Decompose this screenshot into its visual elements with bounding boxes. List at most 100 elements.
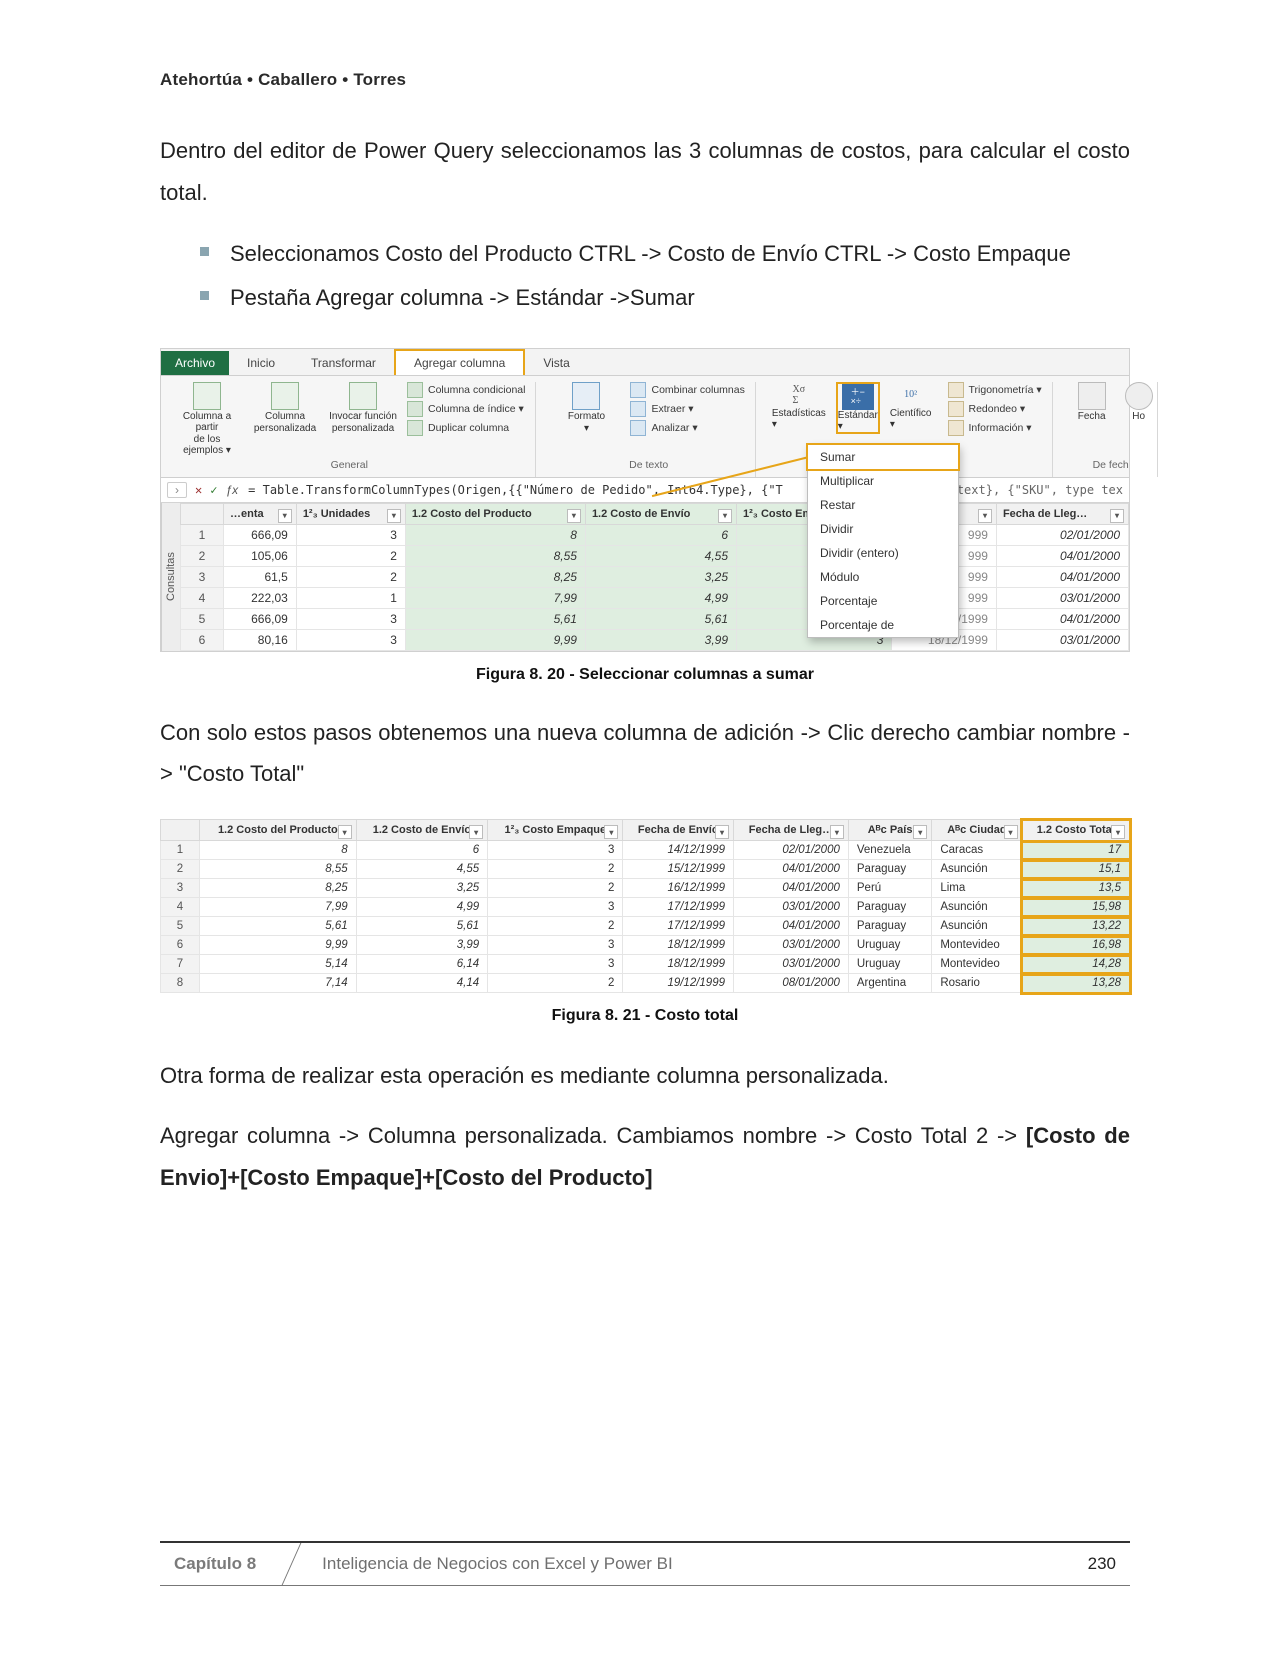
- btn-fecha[interactable]: Fecha: [1069, 382, 1115, 422]
- cell-costo-total[interactable]: 17: [1022, 841, 1129, 860]
- btn-combinar-columnas[interactable]: Combinar columnas: [630, 382, 744, 398]
- column-header[interactable]: 1²₃ Unidades▾: [296, 503, 405, 524]
- column-header[interactable]: 1²₃ Costo Empaque▾: [488, 820, 623, 841]
- cell[interactable]: 04/01/2000: [996, 608, 1128, 629]
- cell[interactable]: Uruguay: [848, 936, 931, 955]
- cell-costo-total[interactable]: 16,98: [1022, 936, 1129, 955]
- dropdown-item[interactable]: Porcentaje: [808, 589, 958, 613]
- cell[interactable]: 5,61: [200, 917, 357, 936]
- cell[interactable]: 61,5: [224, 566, 297, 587]
- cell[interactable]: 8,55: [405, 545, 585, 566]
- cell[interactable]: 9,99: [200, 936, 357, 955]
- column-header[interactable]: Fecha de Lleg…▾: [734, 820, 849, 841]
- cell[interactable]: 6: [585, 524, 736, 545]
- cell[interactable]: 03/01/2000: [734, 936, 849, 955]
- filter-icon[interactable]: ▾: [913, 825, 927, 839]
- cell[interactable]: 3: [296, 629, 405, 650]
- cell[interactable]: 8,25: [200, 879, 357, 898]
- cell[interactable]: 04/01/2000: [734, 860, 849, 879]
- btn-extraer[interactable]: Extraer ▾: [630, 401, 744, 417]
- cell[interactable]: 03/01/2000: [996, 629, 1128, 650]
- filter-icon[interactable]: ▾: [830, 825, 844, 839]
- cell[interactable]: 9,99: [405, 629, 585, 650]
- cell[interactable]: Argentina: [848, 974, 931, 993]
- btn-columna-indice[interactable]: Columna de índice ▾: [407, 401, 525, 417]
- cell[interactable]: 4,55: [356, 860, 487, 879]
- cell[interactable]: 8,55: [200, 860, 357, 879]
- cell[interactable]: Montevideo: [932, 936, 1022, 955]
- cell[interactable]: 3: [296, 524, 405, 545]
- cell[interactable]: 2: [296, 545, 405, 566]
- tab-transformar[interactable]: Transformar: [293, 351, 394, 375]
- filter-icon[interactable]: ▾: [1111, 825, 1125, 839]
- btn-estadisticas[interactable]: ΧσΣ Estadísticas ▾: [772, 382, 826, 430]
- cell[interactable]: 666,09: [224, 608, 297, 629]
- cell[interactable]: Caracas: [932, 841, 1022, 860]
- cell[interactable]: Asunción: [932, 860, 1022, 879]
- cell-costo-total[interactable]: 14,28: [1022, 955, 1129, 974]
- filter-icon[interactable]: ▾: [278, 509, 292, 523]
- cell[interactable]: 03/01/2000: [996, 587, 1128, 608]
- cell[interactable]: 5,14: [200, 955, 357, 974]
- cell[interactable]: 14/12/1999: [623, 841, 734, 860]
- cell[interactable]: 2: [488, 879, 623, 898]
- tab-file[interactable]: Archivo: [161, 351, 229, 375]
- column-header[interactable]: 1.2 Costo de Envío▾: [356, 820, 487, 841]
- filter-icon[interactable]: ▾: [718, 509, 732, 523]
- cell[interactable]: Venezuela: [848, 841, 931, 860]
- dropdown-item[interactable]: Dividir: [808, 517, 958, 541]
- cell-costo-total[interactable]: 15,98: [1022, 898, 1129, 917]
- filter-icon[interactable]: ▾: [978, 509, 992, 523]
- cell[interactable]: 3: [296, 608, 405, 629]
- cell[interactable]: 8: [200, 841, 357, 860]
- queries-pane-tab[interactable]: Consultas: [161, 503, 180, 651]
- cell[interactable]: 6: [356, 841, 487, 860]
- dropdown-item[interactable]: Restar: [808, 493, 958, 517]
- cell[interactable]: 17/12/1999: [623, 898, 734, 917]
- column-header[interactable]: Fecha de Lleg…▾: [996, 503, 1128, 524]
- cell[interactable]: 1: [296, 587, 405, 608]
- cell[interactable]: 3,99: [585, 629, 736, 650]
- btn-formato[interactable]: Formato▾: [552, 382, 620, 434]
- cell[interactable]: 5,61: [405, 608, 585, 629]
- column-header[interactable]: 1.2 Costo de Envío▾: [585, 503, 736, 524]
- accept-icon[interactable]: ✓: [210, 483, 217, 497]
- cancel-icon[interactable]: ✕: [195, 483, 202, 497]
- cell[interactable]: Uruguay: [848, 955, 931, 974]
- cell[interactable]: Rosario: [932, 974, 1022, 993]
- column-header[interactable]: …enta▾: [224, 503, 297, 524]
- cell[interactable]: 3: [488, 898, 623, 917]
- btn-hora[interactable]: Ho: [1125, 382, 1153, 422]
- tab-inicio[interactable]: Inicio: [229, 351, 293, 375]
- cell[interactable]: Perú: [848, 879, 931, 898]
- cell[interactable]: 02/01/2000: [734, 841, 849, 860]
- cell[interactable]: Paraguay: [848, 898, 931, 917]
- filter-icon[interactable]: ▾: [567, 509, 581, 523]
- cell[interactable]: 3,25: [356, 879, 487, 898]
- cell[interactable]: Lima: [932, 879, 1022, 898]
- column-header[interactable]: Aᴮc País▾: [848, 820, 931, 841]
- filter-icon[interactable]: ▾: [715, 825, 729, 839]
- cell[interactable]: 5,61: [356, 917, 487, 936]
- cell[interactable]: 7,99: [405, 587, 585, 608]
- btn-duplicar-columna[interactable]: Duplicar columna: [407, 420, 525, 436]
- cell[interactable]: 4,55: [585, 545, 736, 566]
- cell[interactable]: 80,16: [224, 629, 297, 650]
- cell[interactable]: 6,14: [356, 955, 487, 974]
- cell[interactable]: 03/01/2000: [734, 955, 849, 974]
- cell[interactable]: 7,14: [200, 974, 357, 993]
- cell[interactable]: 02/01/2000: [996, 524, 1128, 545]
- cell[interactable]: 08/01/2000: [734, 974, 849, 993]
- tab-agregar-columna[interactable]: Agregar columna: [394, 349, 525, 375]
- cell[interactable]: 2: [296, 566, 405, 587]
- cell[interactable]: 16/12/1999: [623, 879, 734, 898]
- cell-costo-total[interactable]: 13,22: [1022, 917, 1129, 936]
- collapse-toggle[interactable]: ›: [167, 482, 187, 498]
- cell[interactable]: 3,99: [356, 936, 487, 955]
- cell[interactable]: 3: [488, 841, 623, 860]
- filter-icon[interactable]: ▾: [1110, 509, 1124, 523]
- dropdown-item[interactable]: Porcentaje de: [808, 613, 958, 637]
- cell[interactable]: 04/01/2000: [734, 917, 849, 936]
- column-header[interactable]: 1.2 Costo Total▾: [1022, 820, 1129, 841]
- cell[interactable]: 15/12/1999: [623, 860, 734, 879]
